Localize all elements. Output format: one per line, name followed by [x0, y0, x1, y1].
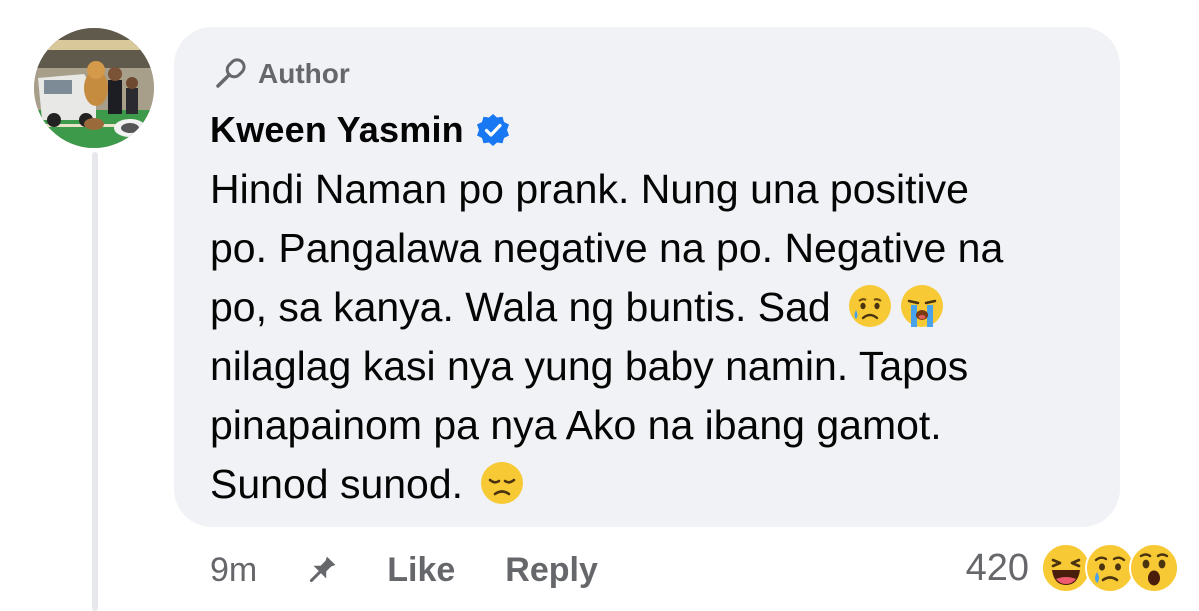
haha-reaction-icon	[1041, 543, 1091, 593]
reaction-summary[interactable]: 420	[966, 540, 1179, 596]
commenter-name[interactable]: Kween Yasmin	[210, 109, 464, 151]
avatar[interactable]	[34, 28, 154, 148]
reaction-count: 420	[965, 546, 1029, 589]
comment-line: nilaglag kasi nya yung baby namin. Tapos	[210, 343, 969, 389]
comment-line: pinapainom pa nya Ako na ibang gamot.	[210, 402, 942, 448]
comment-line-with-emoji: po, sa kanya. Wala ng buntis. Sad	[210, 278, 1100, 337]
comment-timestamp[interactable]: 9m	[210, 551, 257, 590]
comment-line: po. Pangalawa negative na po. Negative n…	[210, 225, 1004, 271]
author-badge-label: Author	[258, 58, 350, 89]
disappointed-emoji	[479, 460, 525, 506]
comment-line: Hindi Naman po prank. Nung una positive	[210, 166, 969, 212]
comment-thread: Author Kween Yasmin Hindi Naman po prank…	[0, 0, 1199, 611]
reply-button[interactable]: Reply	[505, 551, 598, 590]
microphone-icon	[216, 58, 246, 88]
loudly-crying-emoji	[899, 283, 945, 329]
thread-connector-line	[92, 152, 98, 611]
reaction-icons	[1041, 543, 1179, 593]
verified-badge-icon	[476, 114, 509, 146]
avatar-photo	[34, 28, 154, 148]
commenter-name-row: Kween Yasmin	[210, 106, 510, 154]
wow-reaction-icon	[1129, 543, 1179, 593]
author-badge: Author	[210, 54, 350, 94]
comment-text: Hindi Naman po prank. Nung una positive …	[210, 160, 1100, 514]
pin-icon[interactable]	[305, 553, 339, 587]
like-button[interactable]: Like	[387, 551, 455, 590]
comment-line-text: po, sa kanya. Wala ng buntis. Sad	[210, 284, 831, 330]
sad-reaction-icon	[1085, 543, 1135, 593]
sad-but-relieved-emoji	[847, 283, 893, 329]
comment-line-text: Sunod sunod.	[210, 461, 464, 507]
comment-line-with-emoji: Sunod sunod.	[210, 455, 1100, 514]
comment-actions: 9m Like Reply	[210, 545, 598, 595]
